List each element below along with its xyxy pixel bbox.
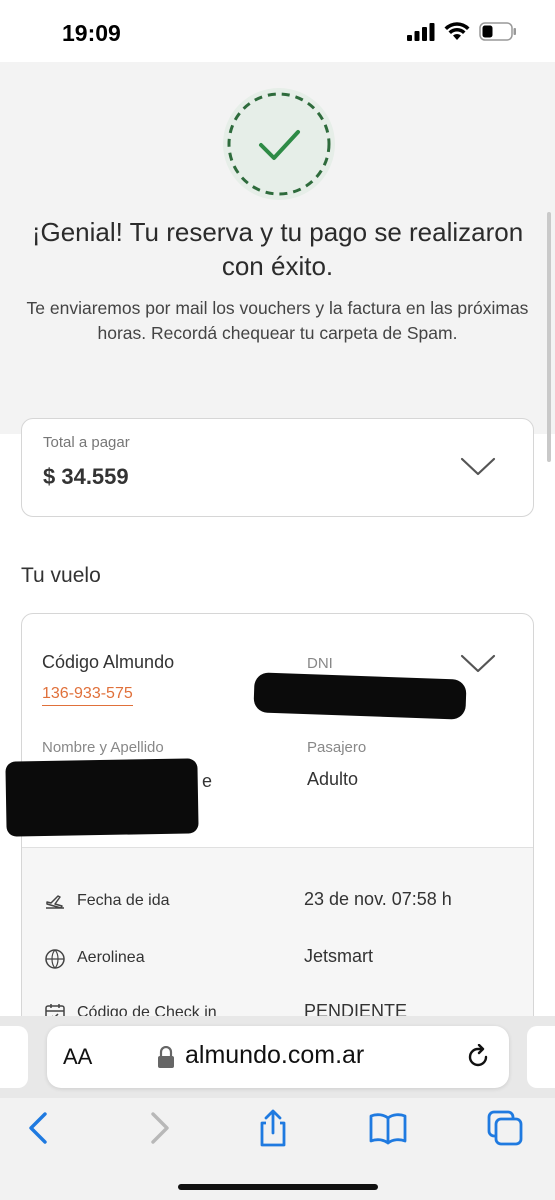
previous-tab-preview[interactable] bbox=[0, 1026, 28, 1088]
bookmarks-icon[interactable] bbox=[368, 1108, 408, 1148]
passenger-value: Adulto bbox=[307, 769, 359, 789]
home-indicator bbox=[178, 1184, 378, 1190]
tabs-icon[interactable] bbox=[485, 1108, 525, 1148]
passenger-label: Pasajero bbox=[307, 739, 367, 756]
departure-date-label: Fecha de ida bbox=[77, 892, 170, 909]
airline-label: Aerolinea bbox=[77, 949, 145, 966]
share-icon[interactable] bbox=[253, 1108, 293, 1148]
forward-icon[interactable] bbox=[138, 1108, 178, 1148]
total-value: $ 34.559 bbox=[43, 464, 129, 489]
name-label: Nombre y Apellido bbox=[42, 739, 164, 756]
chevron-down-icon[interactable] bbox=[460, 457, 496, 477]
booking-code-label: Código Almundo bbox=[42, 652, 175, 672]
name-value-partial: e bbox=[202, 771, 213, 791]
airline-value: Jetsmart bbox=[304, 946, 374, 966]
chevron-down-icon[interactable] bbox=[460, 654, 496, 674]
total-card[interactable]: Total a pagar $ 34.559 bbox=[21, 418, 534, 517]
lock-icon bbox=[158, 1046, 174, 1068]
redacted-dni bbox=[253, 672, 467, 720]
browser-url-area: AA almundo.com.ar bbox=[0, 1016, 555, 1098]
battery-icon bbox=[479, 22, 516, 41]
status-icons bbox=[407, 22, 517, 41]
status-time: 19:09 bbox=[62, 20, 121, 46]
success-title: ¡Genial! Tu reserva y tu pago se realiza… bbox=[31, 217, 524, 281]
next-tab-preview[interactable] bbox=[527, 1026, 555, 1088]
wifi-icon bbox=[444, 22, 470, 40]
airline-globe-icon bbox=[45, 949, 65, 969]
browser-toolbar bbox=[0, 1098, 555, 1200]
dni-label: DNI bbox=[307, 655, 333, 672]
plane-takeoff-icon bbox=[46, 895, 64, 909]
success-subtitle: Te enviaremos por mail los vouchers y la… bbox=[26, 298, 529, 343]
reload-icon[interactable] bbox=[465, 1044, 491, 1070]
scroll-indicator bbox=[547, 212, 551, 462]
back-icon[interactable] bbox=[20, 1108, 60, 1148]
departure-date-value: 23 de nov. 07:58 h bbox=[304, 889, 452, 909]
success-check-icon bbox=[223, 88, 335, 200]
address-bar[interactable]: AA almundo.com.ar bbox=[47, 1026, 509, 1088]
reader-aa-button[interactable]: AA bbox=[63, 1044, 92, 1070]
section-title-tu-vuelo: Tu vuelo bbox=[21, 564, 101, 587]
cellular-signal-icon bbox=[407, 22, 435, 41]
redacted-name bbox=[5, 758, 199, 837]
status-bar: 19:09 bbox=[0, 0, 555, 62]
url-text[interactable]: almundo.com.ar bbox=[185, 1041, 364, 1070]
total-label: Total a pagar bbox=[43, 434, 130, 451]
booking-code-link[interactable]: 136-933-575 bbox=[42, 685, 133, 706]
